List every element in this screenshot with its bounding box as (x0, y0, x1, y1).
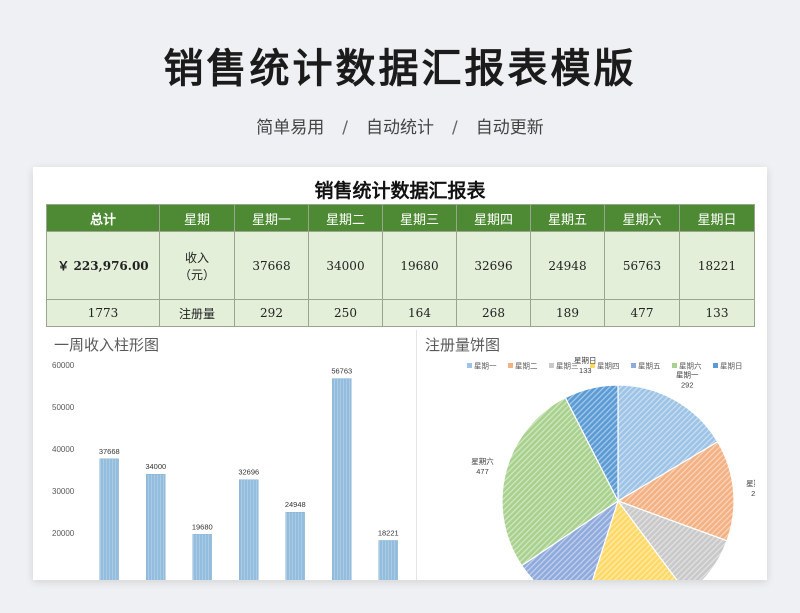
bar-data-label: 34000 (145, 462, 166, 471)
income-cell[interactable]: 34000 (308, 231, 383, 300)
pie-category-label: 星期二 (746, 479, 755, 488)
y-tick-label: 40000 (52, 445, 75, 454)
header-day[interactable]: 星期一 (234, 204, 309, 232)
income-cell[interactable]: 37668 (234, 231, 309, 300)
income-label-cell[interactable]: 收入 （元） (159, 231, 235, 300)
pie-chart-svg: 星期一星期二星期三星期四星期五星期六星期日星期一292星期二250星期六477星… (467, 356, 755, 580)
feature-auto-stats: 自动统计 (366, 118, 434, 138)
bar (378, 540, 398, 580)
legend-marker (549, 363, 554, 368)
y-tick-label: 60000 (52, 361, 75, 370)
page-title: 销售统计数据汇报表模版 (163, 46, 637, 92)
legend-label: 星期二 (515, 362, 538, 371)
legend-marker (467, 363, 472, 368)
income-cell[interactable]: 18221 (679, 231, 755, 300)
y-tick-label: 20000 (52, 529, 75, 538)
total-users-cell[interactable]: 1773 (46, 299, 160, 327)
bar (332, 378, 352, 580)
legend-marker (713, 363, 718, 368)
pie-category-label: 星期日 (574, 356, 597, 365)
sheet-title: 销售统计数据汇报表 (314, 180, 486, 202)
separator: / (452, 118, 458, 138)
income-cell[interactable]: 32696 (456, 231, 531, 300)
bar-data-label: 37668 (99, 447, 120, 456)
header-week[interactable]: 星期 (159, 204, 235, 232)
feature-list: 简单易用 / 自动统计 / 自动更新 (0, 113, 800, 138)
pie-category-label: 星期六 (471, 456, 494, 466)
header-day[interactable]: 星期四 (456, 204, 531, 232)
total-income-cell[interactable]: ￥ 223,976.00 (46, 231, 160, 300)
income-bar-chart[interactable]: 20000 30000 40000 50000 60000 37668 34000 19680… (46, 330, 413, 580)
users-cell[interactable]: 268 (456, 299, 531, 327)
summary-table: 总计 星期 星期一 星期二 星期三 星期四 星期五 星期六 星期日 ￥ 223,… (46, 204, 755, 327)
header-day[interactable]: 星期二 (308, 204, 383, 232)
income-cell[interactable]: 24948 (530, 231, 605, 300)
feature-auto-update: 自动更新 (475, 118, 544, 138)
header-day[interactable]: 星期三 (382, 204, 457, 232)
y-tick-label: 30000 (52, 487, 75, 496)
y-tick-label: 50000 (52, 403, 75, 412)
header-total[interactable]: 总计 (46, 204, 160, 232)
bar (99, 458, 119, 580)
bar-data-label: 24948 (285, 500, 306, 509)
users-pie-chart[interactable]: 星期一星期二星期三星期四星期五星期六星期日星期一292星期二250星期六477星… (416, 330, 755, 580)
bar-chart-svg: 20000 30000 40000 50000 60000 37668 34000 19680… (52, 361, 399, 580)
header-day[interactable]: 星期日 (679, 204, 755, 232)
separator: / (342, 118, 348, 138)
bar (146, 473, 166, 580)
legend-marker (508, 363, 513, 368)
bar-data-label: 32696 (238, 468, 259, 477)
users-label-cell[interactable]: 注册量 (159, 299, 235, 327)
users-cell[interactable]: 189 (530, 299, 605, 327)
users-cell[interactable]: 133 (679, 299, 755, 327)
users-cell[interactable]: 292 (234, 299, 309, 327)
legend-label: 星期一 (474, 362, 497, 371)
users-cell[interactable]: 477 (604, 299, 680, 327)
income-cell[interactable]: 56763 (604, 231, 680, 300)
income-cell[interactable]: 19680 (382, 231, 457, 300)
bar-data-label: 56763 (331, 367, 352, 376)
legend-label: 星期五 (638, 362, 661, 371)
legend-marker (631, 363, 636, 368)
pie-value-label: 250 (751, 489, 755, 498)
bar (239, 479, 259, 580)
pie-value-label: 477 (476, 467, 489, 476)
bar-data-label: 19680 (192, 522, 213, 531)
pie-chart-title: 注册量饼图 (425, 336, 501, 354)
legend-marker (672, 363, 677, 368)
legend-label: 星期六 (679, 361, 702, 371)
feature-easy: 简单易用 (256, 118, 325, 138)
bar (192, 534, 212, 580)
spreadsheet-card: 销售统计数据汇报表 总计 星期 星期一 星期二 星期三 星期四 星期五 星期六 … (33, 167, 767, 580)
pie-value-label: 292 (681, 380, 694, 389)
pie-value-label: 133 (579, 366, 592, 375)
legend-label: 星期四 (597, 362, 620, 371)
users-cell[interactable]: 250 (308, 299, 383, 327)
header-day[interactable]: 星期六 (604, 204, 680, 232)
users-cell[interactable]: 164 (382, 299, 457, 327)
bar (285, 512, 305, 580)
bar-chart-title: 一周收入柱形图 (54, 336, 160, 354)
pie-category-label: 星期一 (676, 370, 699, 379)
header-day[interactable]: 星期五 (530, 204, 605, 232)
bar-data-label: 18221 (378, 528, 399, 537)
legend-label: 星期日 (720, 362, 743, 371)
